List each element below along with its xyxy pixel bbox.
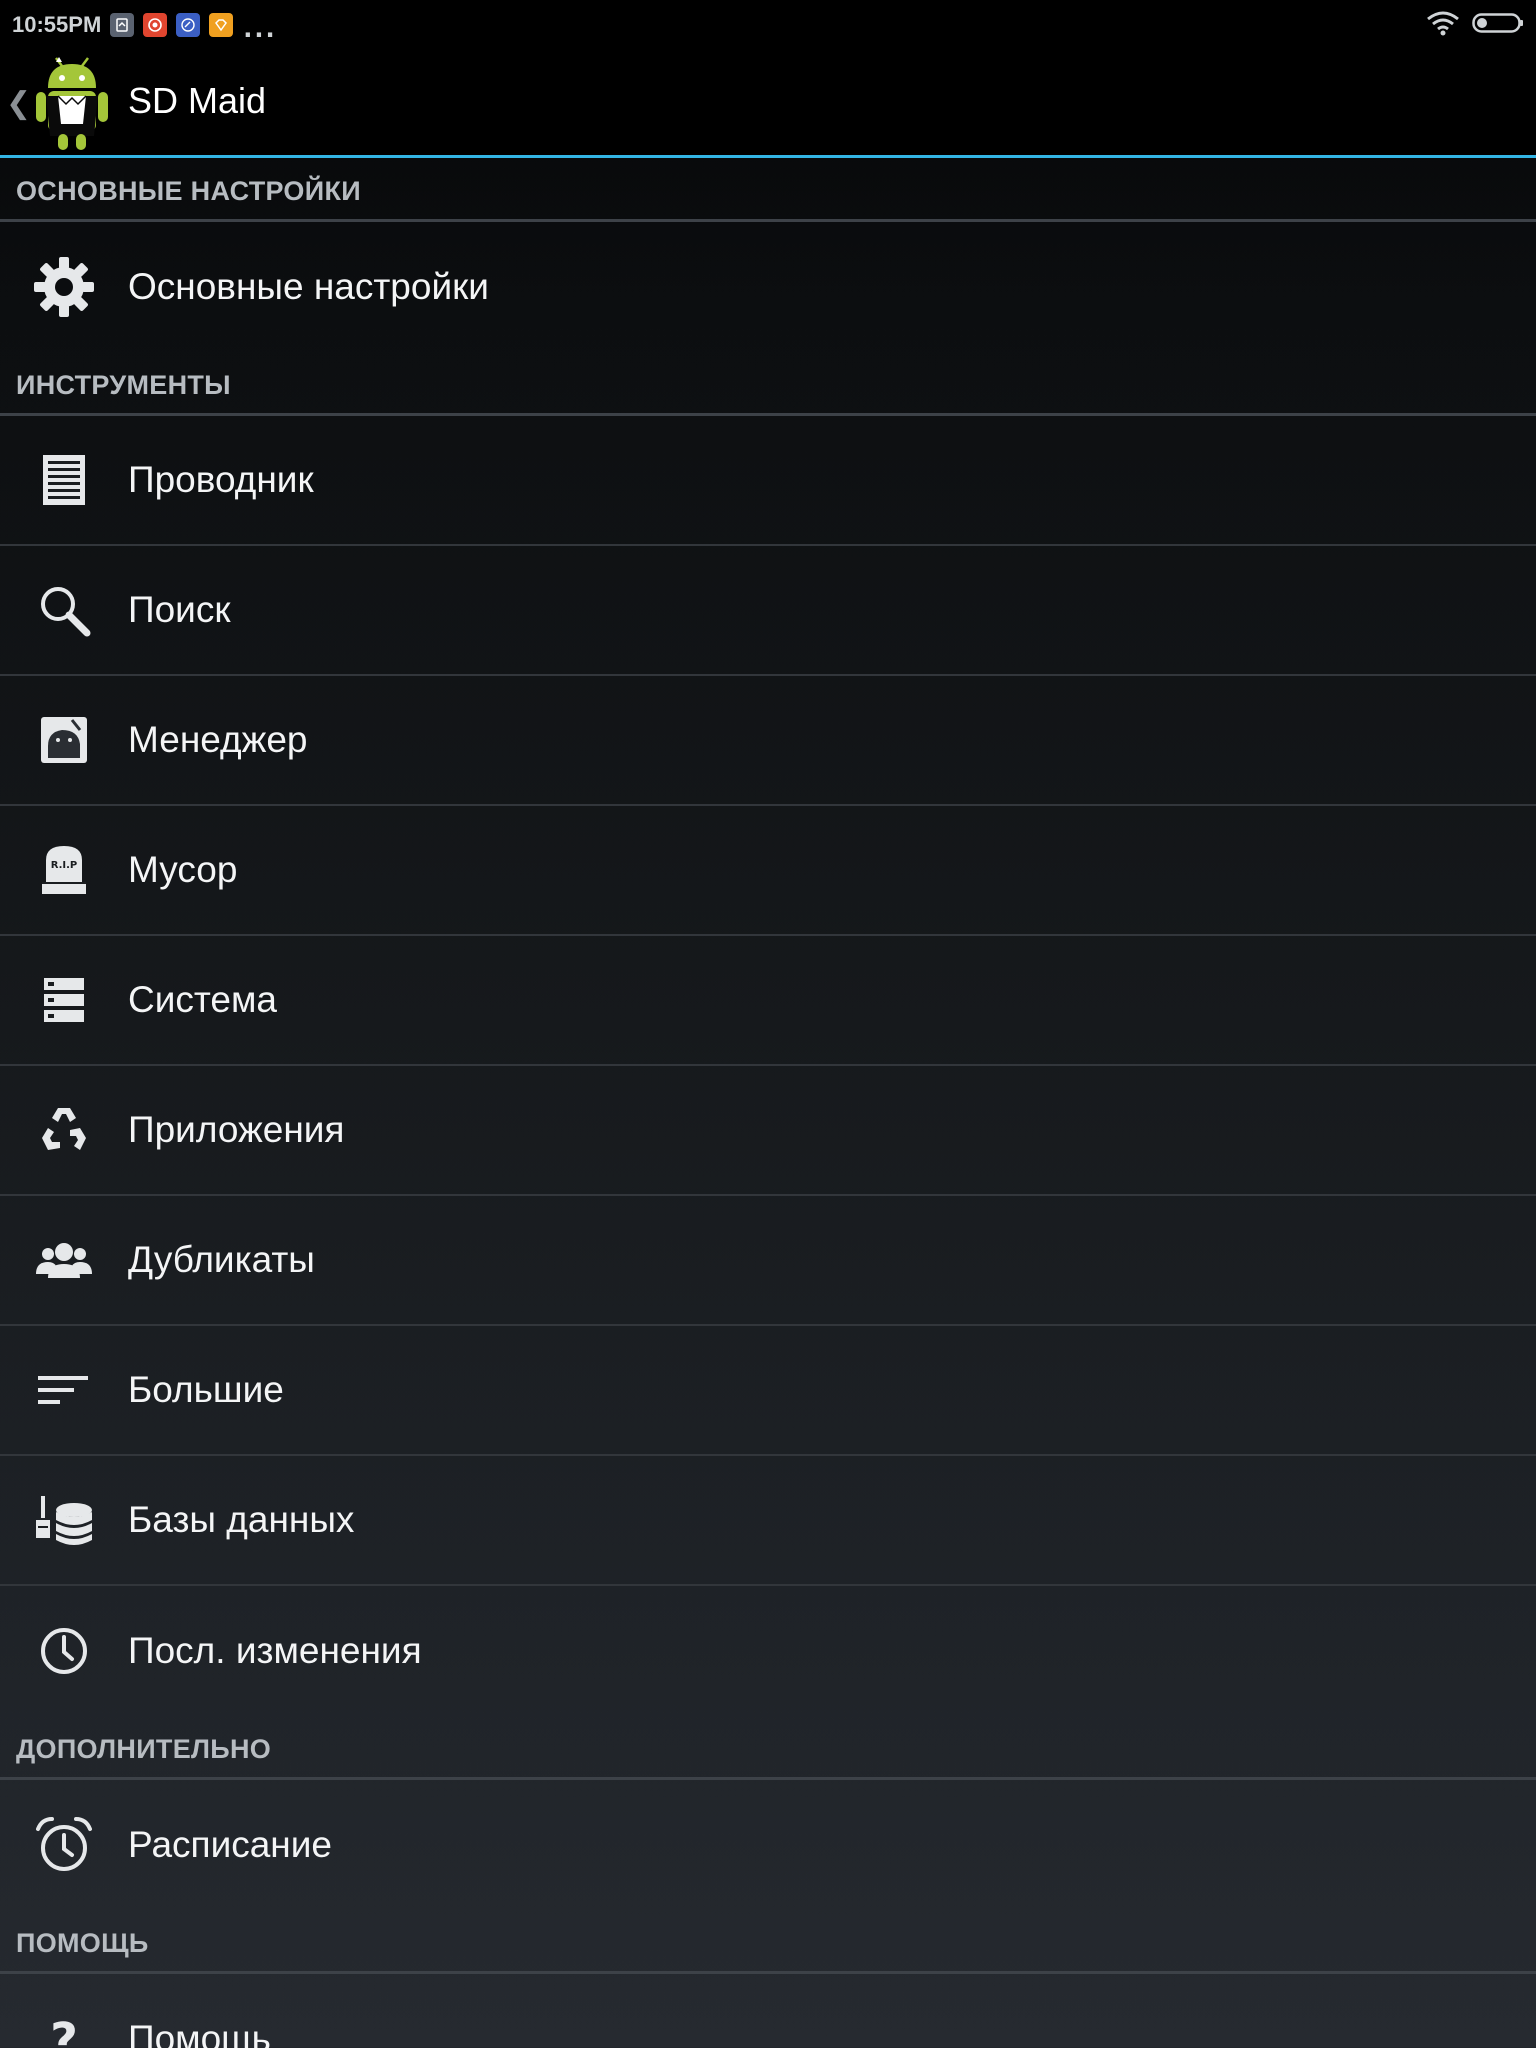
action-bar: ❮ SD Maid [0, 50, 1536, 158]
settings-list: ОСНОВНЫЕ НАСТРОЙКИ Основные настройки ИН… [0, 158, 1536, 2048]
section-header-help: ПОМОЩЬ [0, 1910, 1536, 1974]
sd-maid-android-logo[interactable] [36, 56, 108, 152]
item-label: Большие [128, 1369, 284, 1410]
list-item-duplicates[interactable]: Дубликаты [0, 1196, 1536, 1326]
app-notification-icon[interactable] [110, 13, 135, 37]
svg-text:?: ? [50, 2013, 78, 2048]
item-label: Система [128, 979, 278, 1020]
item-label: Проводник [128, 459, 314, 500]
section-header-label: ПОМОЩЬ [16, 1928, 149, 1958]
database-broom-icon [32, 1488, 96, 1552]
list-item-manager[interactable]: Менеджер [0, 676, 1536, 806]
record-notification-icon[interactable] [143, 13, 168, 37]
item-label: Приложения [128, 1109, 345, 1150]
system-storage-icon [32, 968, 96, 1032]
sort-lines-icon [32, 1358, 96, 1422]
list-item-help[interactable]: ? Помощь [0, 1974, 1536, 2048]
section-header-main-settings: ОСНОВНЫЕ НАСТРОЙКИ [0, 158, 1536, 222]
list-item-explorer[interactable]: Проводник [0, 416, 1536, 546]
status-bar: 10:55PM ... [0, 0, 1536, 50]
tombstone-icon: R.I.P [32, 838, 96, 902]
list-item-junk[interactable]: R.I.P Мусор [0, 806, 1536, 936]
app-manager-icon [32, 708, 96, 772]
item-label: Основные настройки [128, 266, 489, 307]
duplicates-people-icon [32, 1228, 96, 1292]
list-item-apps[interactable]: Приложения [0, 1066, 1536, 1196]
wifi-icon [1427, 11, 1459, 36]
recycle-icon [32, 1098, 96, 1162]
list-item-recent-changes[interactable]: Посл. изменения [0, 1586, 1536, 1716]
gear-icon [32, 255, 96, 319]
battery-icon [1472, 13, 1523, 33]
section-header-label: ОСНОВНЫЕ НАСТРОЙКИ [16, 176, 361, 206]
svg-text:R.I.P: R.I.P [51, 860, 78, 871]
chevron-left-icon[interactable]: ❮ [6, 86, 31, 121]
list-item-system[interactable]: Система [0, 936, 1536, 1066]
list-item-databases[interactable]: Базы данных [0, 1456, 1536, 1586]
item-label: Дубликаты [128, 1239, 315, 1280]
item-label: Расписание [128, 1824, 332, 1865]
item-label: Мусор [128, 849, 238, 890]
section-header-advanced: ДОПОЛНИТЕЛЬНО [0, 1716, 1536, 1780]
diamond-notification-icon[interactable] [209, 13, 234, 37]
list-item-schedule[interactable]: Расписание [0, 1780, 1536, 1910]
item-label: Помощь [128, 2018, 271, 2048]
section-header-label: ИНСТРУМЕНТЫ [16, 370, 231, 400]
section-header-tools: ИНСТРУМЕНТЫ [0, 352, 1536, 416]
item-label: Менеджер [128, 719, 308, 760]
clock-icon [32, 1619, 96, 1683]
sync-notification-icon[interactable] [176, 13, 201, 37]
item-label: Поиск [128, 589, 231, 630]
alarm-clock-icon [32, 1813, 96, 1877]
status-time: 10:55PM [12, 12, 102, 37]
file-explorer-icon [32, 448, 96, 512]
search-icon [32, 578, 96, 642]
list-item-main-settings[interactable]: Основные настройки [0, 222, 1536, 352]
item-label: Базы данных [128, 1499, 355, 1540]
more-notifications-indicator: ... [243, 15, 277, 43]
section-header-label: ДОПОЛНИТЕЛЬНО [16, 1734, 272, 1764]
list-item-search[interactable]: Поиск [0, 546, 1536, 676]
question-mark-icon: ? [32, 2007, 96, 2048]
item-label: Посл. изменения [128, 1630, 422, 1671]
app-title: SD Maid [128, 80, 267, 121]
list-item-large-files[interactable]: Большие [0, 1326, 1536, 1456]
